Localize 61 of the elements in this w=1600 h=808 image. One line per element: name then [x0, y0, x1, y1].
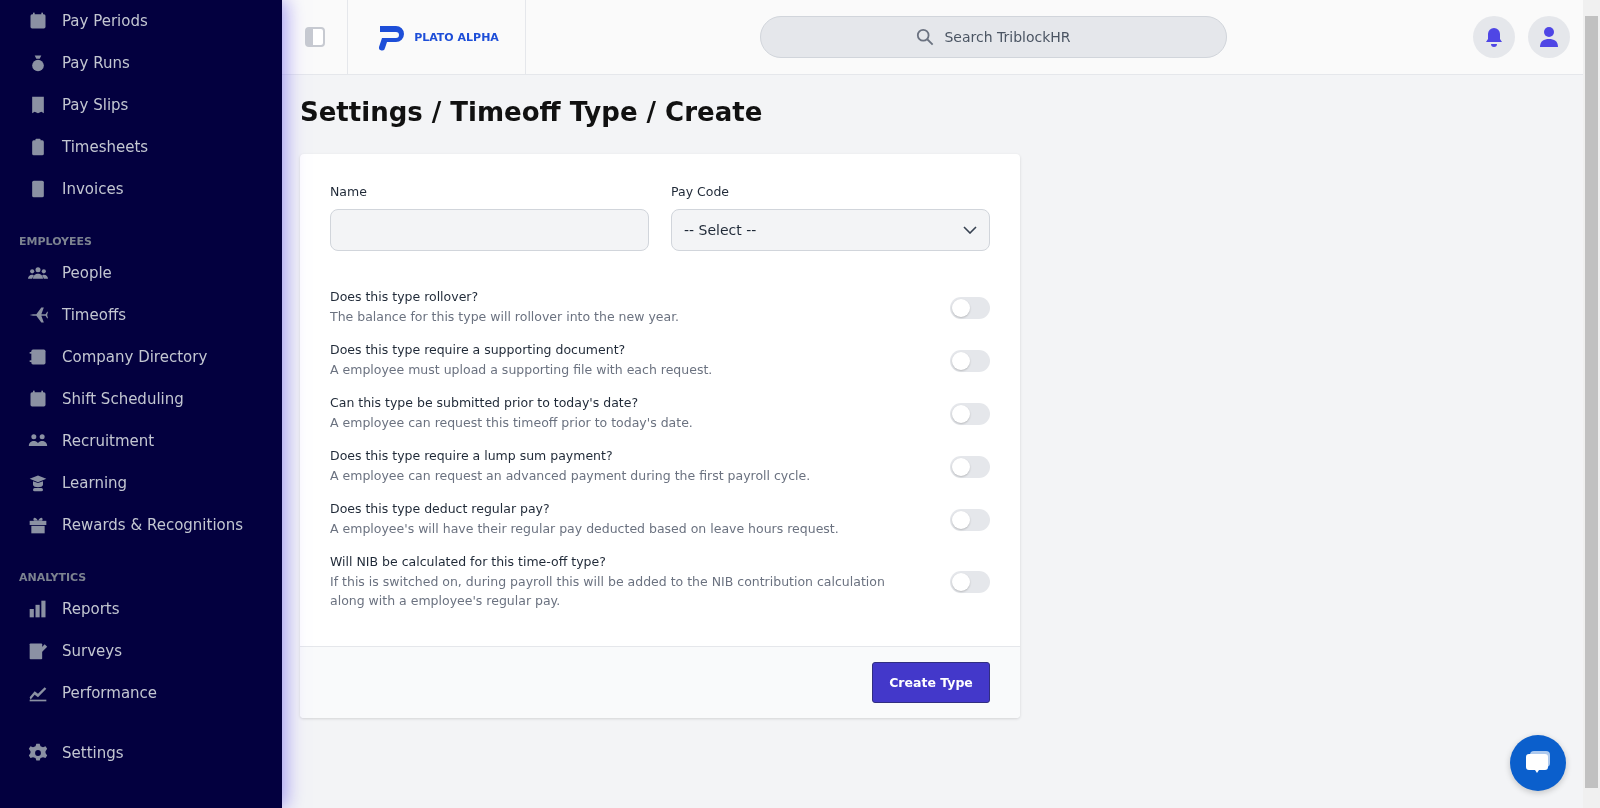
bell-icon — [1485, 27, 1503, 47]
toggle-question: Does this type require a lump sum payment? — [330, 448, 614, 463]
toggle-description: A employee's will have their regular pay deducted based on leave hours request. — [330, 520, 839, 538]
scrollbar-thumb[interactable] — [1585, 16, 1598, 788]
user-icon — [1540, 27, 1558, 47]
notifications-button[interactable] — [1473, 16, 1515, 58]
toggle-question: Can this type be submitted prior to today's date? — [330, 395, 640, 410]
chevron-down-icon — [963, 226, 977, 234]
toggle-switch[interactable] — [950, 349, 990, 372]
toggle-question: Does this type require a supporting document? — [330, 342, 627, 357]
field-label: Pay Code — [671, 184, 730, 199]
sidebar-item[interactable]: People — [0, 252, 282, 294]
sidebar-item[interactable]: Settings — [0, 732, 282, 774]
search-field[interactable]: Search TriblockHR — [760, 16, 1227, 58]
section-heading: EMPLOYEES — [18, 234, 93, 250]
calendar-icon — [28, 389, 48, 409]
search-icon — [916, 28, 935, 46]
toggle-description: The balance for this type will rollover into the new year. — [330, 308, 680, 326]
settings-icon — [28, 743, 48, 763]
sidebar-item[interactable]: Timesheets — [0, 126, 282, 168]
edit-document-icon — [28, 641, 48, 661]
pay-code-select[interactable]: -- Select -- — [671, 209, 990, 251]
sidebar-item[interactable]: Reports — [0, 588, 282, 630]
toggle-switch[interactable] — [950, 402, 990, 425]
sidebar-item[interactable]: Learning — [0, 462, 282, 504]
toggle-description: A employee can request an advanced payment during the first payroll cycle. — [330, 467, 811, 485]
sidebar-item[interactable]: Company Directory — [0, 336, 282, 378]
toggle-question: Will NIB be calculated for this time-off type? — [330, 554, 607, 569]
bar-chart-icon — [28, 599, 48, 619]
contact-book-icon — [28, 347, 48, 367]
chat-button[interactable] — [1510, 735, 1566, 791]
name-input[interactable] — [330, 209, 649, 251]
graduation-cap-icon — [28, 473, 48, 493]
toggle-switch[interactable] — [950, 296, 990, 319]
calendar-icon — [28, 11, 48, 31]
profile-button[interactable] — [1528, 16, 1570, 58]
section-heading: ANALYTICS — [18, 570, 88, 586]
toggle-switch[interactable] — [950, 508, 990, 531]
toggle-description: A employee can request this timeoff prior to today's date. — [330, 414, 693, 432]
sidebar-item[interactable]: Invoices — [0, 168, 282, 210]
sidebar-item[interactable]: Recruitment — [0, 420, 282, 462]
sidebar-item[interactable]: Timeoffs — [0, 294, 282, 336]
create-type-button[interactable]: Create Type — [872, 662, 990, 703]
sidebar-toggle-icon[interactable] — [304, 27, 325, 47]
logo-text: PLATO ALPHA — [414, 30, 499, 44]
gift-icon — [28, 515, 48, 535]
sidebar-item[interactable]: Pay Runs — [0, 42, 282, 84]
sidebar-item[interactable]: Pay Periods — [0, 0, 282, 42]
toggle-question: Does this type deduct regular pay? — [330, 501, 551, 516]
toggle-description: A employee must upload a supporting file with each request. — [330, 361, 713, 379]
field-label: Name — [330, 184, 368, 199]
sidebar-item[interactable]: Shift Scheduling — [0, 378, 282, 420]
page-title: Settings / Timeoff Type / Create — [300, 97, 764, 127]
toggle-question: Does this type rollover? — [330, 289, 480, 304]
toggle-switch[interactable] — [950, 455, 990, 478]
toggle-switch[interactable] — [950, 571, 990, 593]
sidebar-item[interactable]: Surveys — [0, 630, 282, 672]
toggle-description: If this is switched on, during payroll this will be added to the NIB contribution calculation along with a employee's regular pay. — [330, 573, 886, 610]
sidebar-item[interactable]: Performance — [0, 672, 282, 714]
sidebar-item[interactable]: Pay Slips — [0, 84, 282, 126]
sidebar-item[interactable]: Rewards & Recognitions — [0, 504, 282, 546]
